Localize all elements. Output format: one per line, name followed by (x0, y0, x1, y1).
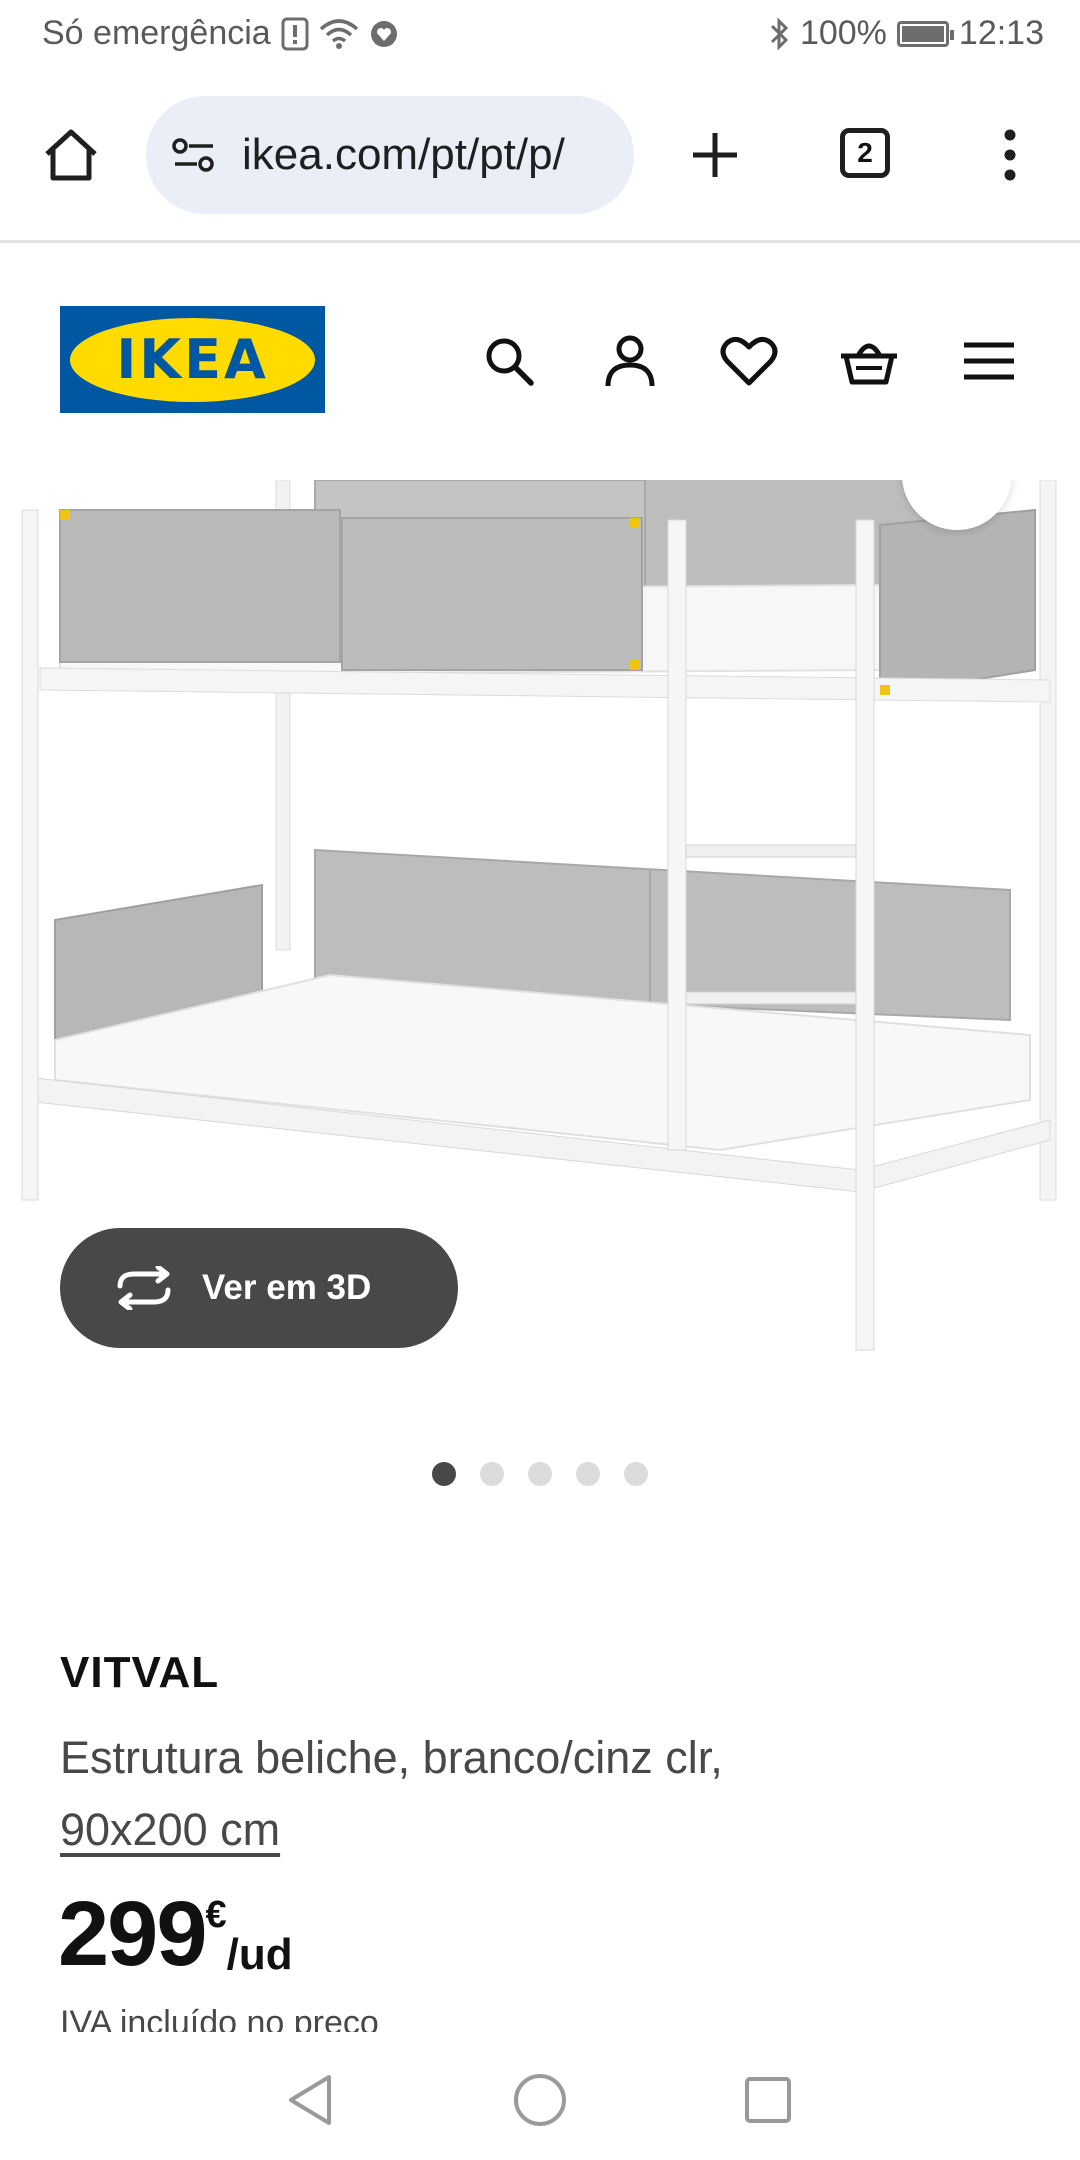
battery-level (901, 25, 944, 42)
logo-oval: IKEA (70, 317, 315, 402)
system-navigation-bar (0, 2040, 1080, 2160)
tabs-icon: 2 (840, 128, 890, 178)
browser-toolbar: ikea.com/pt/pt/p/ 2 (0, 92, 1080, 220)
more-vertical-icon (1004, 129, 1016, 181)
battery-icon (896, 20, 954, 47)
gallery-dot[interactable] (528, 1462, 552, 1486)
favourites-button[interactable] (718, 330, 780, 392)
url-text: ikea.com/pt/pt/p/ (242, 130, 565, 179)
browser-home-button[interactable] (36, 120, 106, 190)
tune-icon[interactable] (168, 129, 220, 181)
gallery-dot[interactable] (624, 1462, 648, 1486)
logo-text: IKEA (116, 328, 269, 391)
menu-icon (964, 342, 1014, 380)
status-right: 100% 12:13 (768, 14, 1044, 53)
account-button[interactable] (599, 330, 661, 392)
gallery-dot[interactable] (480, 1462, 504, 1486)
battery-percent: 100% (799, 14, 887, 52)
more-menu-button[interactable] (980, 120, 1040, 190)
rotate-3d-icon (112, 1264, 176, 1312)
price-unit: /ud (226, 1930, 293, 1979)
price-currency: € (205, 1894, 227, 1936)
basket-button[interactable] (838, 330, 900, 392)
back-icon (289, 2075, 331, 2125)
vat-note: IVA incluído no preço (60, 2004, 379, 2032)
product-size-link[interactable]: 90x200 cm (60, 1804, 280, 1855)
user-icon (605, 335, 655, 387)
tab-count: 2 (857, 137, 873, 168)
gallery-pagination (432, 1462, 648, 1486)
new-tab-button[interactable] (680, 120, 750, 190)
gallery-dot[interactable] (576, 1462, 600, 1486)
recents-icon (745, 2077, 791, 2123)
view-3d-label: Ver em 3D (202, 1268, 372, 1307)
main-menu-button[interactable] (958, 330, 1020, 392)
plus-icon (693, 133, 737, 177)
search-button[interactable] (478, 330, 540, 392)
product-price: 299 € /ud (58, 1884, 293, 1984)
tab-switcher-button[interactable]: 2 (830, 118, 900, 188)
home-circle-icon (514, 2074, 566, 2126)
home-icon (45, 129, 97, 181)
wifi-icon (319, 17, 359, 51)
address-bar[interactable]: ikea.com/pt/pt/p/ (146, 96, 634, 214)
bluetooth-icon (768, 16, 790, 51)
search-icon (486, 338, 534, 386)
gallery-dot[interactable] (432, 1462, 456, 1486)
product-description: Estrutura beliche, branco/cinz clr, (60, 1732, 723, 1783)
basket-icon (841, 343, 897, 385)
alert-icon (281, 17, 309, 51)
product-description-block: Estrutura beliche, branco/cinz clr, 90x2… (60, 1722, 1020, 1866)
carrier-text: Só emergência (42, 14, 271, 52)
view-3d-button[interactable]: Ver em 3D (60, 1228, 458, 1348)
toolbar-divider (0, 240, 1080, 243)
status-left: Só emergência (42, 14, 399, 53)
clock: 12:13 (958, 14, 1044, 52)
home-button[interactable] (508, 2068, 572, 2132)
status-bar: Só emergência 100% 12:13 (0, 0, 1080, 72)
site-header: IKEA (0, 244, 1080, 474)
shield-heart-icon (369, 19, 399, 49)
price-value: 299 (58, 1883, 207, 1985)
product-name: VITVAL (60, 1648, 220, 1697)
heart-icon (720, 336, 778, 386)
back-button[interactable] (278, 2068, 342, 2132)
recents-button[interactable] (736, 2068, 800, 2132)
ikea-logo[interactable]: IKEA (60, 306, 325, 413)
